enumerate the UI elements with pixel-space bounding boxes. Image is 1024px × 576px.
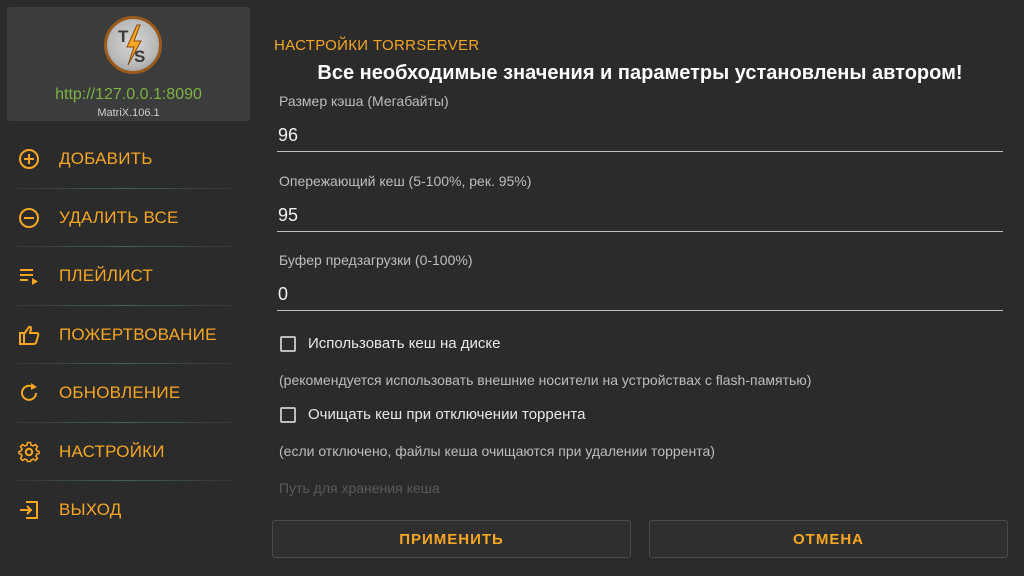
exit-icon (17, 498, 41, 522)
sidebar-nav: ДОБАВИТЬ УДАЛИТЬ ВСЕ ПЛЕЙЛИСТ ПОЖЕРТВОВА… (0, 130, 256, 540)
sidebar-item-settings[interactable]: НАСТРОЙКИ (0, 423, 256, 482)
sidebar-item-label: УДАЛИТЬ ВСЕ (59, 207, 179, 227)
plus-circle-icon (17, 147, 41, 171)
use-disk-cache-label: Использовать кеш на диске (308, 335, 501, 352)
sidebar-item-donate[interactable]: ПОЖЕРТВОВАНИЕ (0, 306, 256, 365)
server-card[interactable]: T S http://127.0.0.1:8090 MatriX.106.1 (7, 7, 250, 121)
cache-path-label: Путь для хранения кеша (279, 480, 440, 496)
playlist-icon (17, 264, 41, 288)
server-version: MatriX.106.1 (97, 107, 160, 119)
sidebar-item-label: ОБНОВЛЕНИЕ (59, 383, 181, 403)
sidebar-item-add[interactable]: ДОБАВИТЬ (0, 130, 256, 189)
use-disk-cache-row[interactable]: Использовать кеш на диске (280, 335, 500, 352)
clear-cache-row[interactable]: Очищать кеш при отключении торрента (280, 406, 585, 423)
minus-circle-icon (17, 206, 41, 230)
sidebar-item-playlist[interactable]: ПЛЕЙЛИСТ (0, 247, 256, 306)
sidebar: T S http://127.0.0.1:8090 MatriX.106.1 Д… (0, 0, 256, 576)
clear-cache-hint: (если отключено, файлы кеша очищаются пр… (279, 443, 715, 459)
author-banner: Все необходимые значения и параметры уст… (317, 62, 963, 84)
preload-buffer-input[interactable]: 0 (277, 284, 1003, 311)
clear-cache-checkbox[interactable] (280, 406, 296, 423)
cache-size-input[interactable]: 96 (277, 125, 1003, 152)
readahead-input[interactable]: 95 (277, 205, 1003, 232)
logo-letter-s: S (134, 47, 145, 66)
use-disk-cache-hint: (рекомендуется использовать внешние носи… (279, 372, 812, 388)
settings-panel: НАСТРОЙКИ TORRSERVER Все необходимые зна… (272, 0, 1008, 576)
sidebar-item-exit[interactable]: ВЫХОД (0, 481, 256, 540)
server-url: http://127.0.0.1:8090 (55, 86, 202, 103)
torrserver-logo: T S (104, 16, 162, 74)
sidebar-item-label: НАСТРОЙКИ (59, 441, 165, 461)
sidebar-item-delete-all[interactable]: УДАЛИТЬ ВСЕ (0, 189, 256, 248)
sidebar-item-label: ПОЖЕРТВОВАНИЕ (59, 324, 217, 344)
logo-letter-t: T (118, 27, 129, 46)
sidebar-item-update[interactable]: ОБНОВЛЕНИЕ (0, 364, 256, 423)
preload-buffer-label: Буфер предзагрузки (0-100%) (279, 252, 473, 268)
thumbs-up-icon (17, 323, 41, 347)
refresh-icon (17, 381, 41, 405)
sidebar-item-label: ПЛЕЙЛИСТ (59, 266, 154, 286)
cancel-button[interactable]: ОТМЕНА (649, 520, 1008, 558)
apply-button[interactable]: ПРИМЕНИТЬ (272, 520, 631, 558)
gear-icon (17, 440, 41, 464)
page-title: НАСТРОЙКИ TORRSERVER (274, 37, 480, 54)
use-disk-cache-checkbox[interactable] (280, 335, 296, 352)
cache-size-label: Размер кэша (Мегабайты) (279, 93, 449, 109)
sidebar-item-label: ВЫХОД (59, 500, 122, 520)
sidebar-item-label: ДОБАВИТЬ (59, 149, 153, 169)
clear-cache-label: Очищать кеш при отключении торрента (308, 406, 586, 423)
readahead-label: Опережающий кеш (5-100%, рек. 95%) (279, 173, 532, 189)
